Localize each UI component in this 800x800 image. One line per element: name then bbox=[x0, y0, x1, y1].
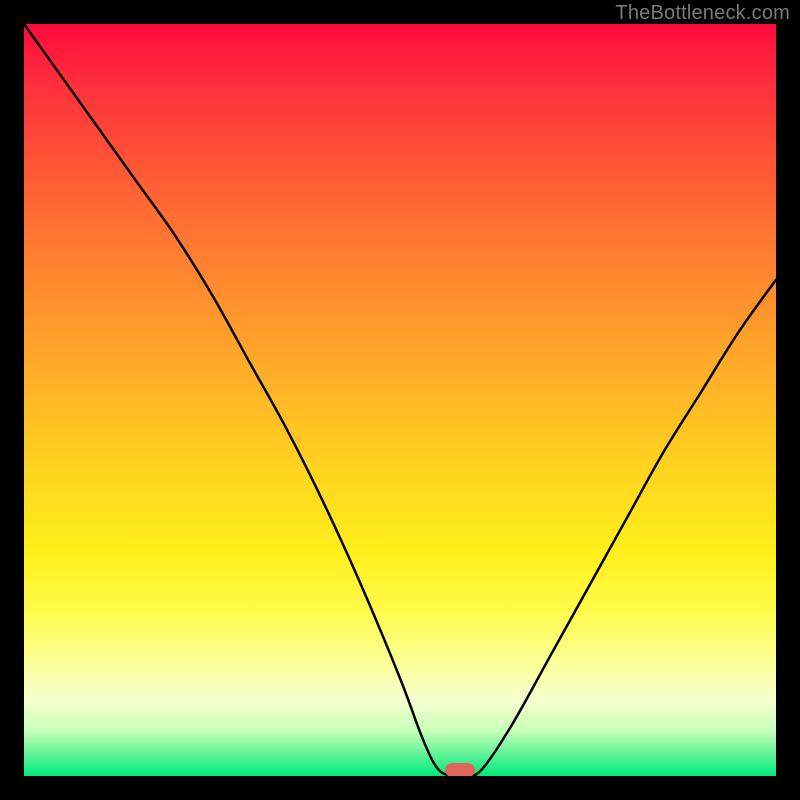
watermark-text: TheBottleneck.com bbox=[615, 2, 790, 25]
bottleneck-curve bbox=[24, 24, 776, 776]
plot-area bbox=[24, 24, 776, 776]
curve-layer bbox=[24, 24, 776, 776]
optimum-marker bbox=[445, 763, 475, 776]
chart-frame: TheBottleneck.com bbox=[0, 0, 800, 800]
